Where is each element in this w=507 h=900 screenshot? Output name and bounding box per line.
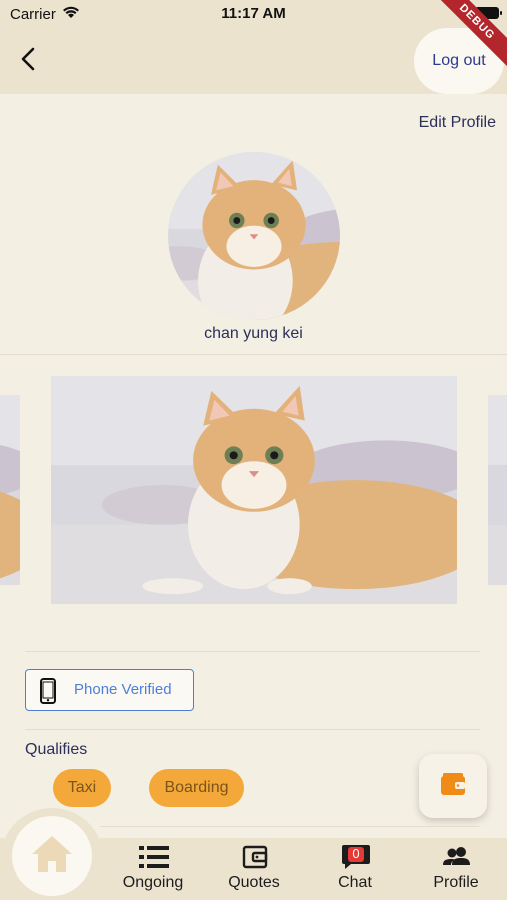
username: chan yung kei: [204, 325, 303, 342]
phone-verified-label: Phone Verified: [74, 681, 172, 698]
back-button[interactable]: [14, 44, 44, 74]
divider: [0, 354, 507, 355]
chevron-left-icon: [21, 47, 35, 71]
edit-profile-link[interactable]: Edit Profile: [419, 114, 496, 132]
nav-ongoing-label: Ongoing: [122, 874, 184, 891]
nav-profile-label: Profile: [433, 874, 479, 891]
status-bar: Carrier 11:17 AM: [0, 0, 507, 30]
divider: [25, 651, 480, 652]
chat-badge: 0: [352, 846, 360, 861]
wallet-icon: [441, 773, 465, 795]
clock: 11:17 AM: [221, 5, 286, 22]
qualify-chip-boarding: Boarding: [149, 769, 244, 807]
qualifies-title: Qualifies: [25, 741, 88, 758]
carousel-next-image[interactable]: [488, 395, 507, 585]
qualify-chip-taxi: Taxi: [53, 769, 111, 807]
list-icon: [139, 844, 169, 870]
phone-icon: [40, 678, 56, 704]
nav-profile[interactable]: Profile: [411, 842, 501, 898]
phone-verified-badge: Phone Verified: [25, 669, 194, 711]
wallet-button[interactable]: [419, 754, 487, 818]
nav-ongoing[interactable]: Ongoing: [108, 842, 198, 898]
avatar[interactable]: [168, 152, 340, 320]
nav-chat[interactable]: 0 Chat: [310, 842, 400, 898]
divider: [25, 729, 480, 730]
nav-chat-label: Chat: [338, 874, 372, 891]
nav-quotes[interactable]: Quotes: [209, 842, 299, 898]
carousel-main-image[interactable]: [51, 376, 457, 604]
app-header: Carrier 11:17 AM Log out: [0, 0, 507, 94]
people-icon: [442, 844, 472, 870]
carousel-prev-image[interactable]: [0, 395, 20, 585]
divider: [100, 826, 480, 827]
home-icon: [32, 836, 72, 872]
nav-quotes-label: Quotes: [228, 874, 280, 891]
wallet-icon: [240, 844, 270, 870]
home-button[interactable]: [12, 816, 92, 896]
